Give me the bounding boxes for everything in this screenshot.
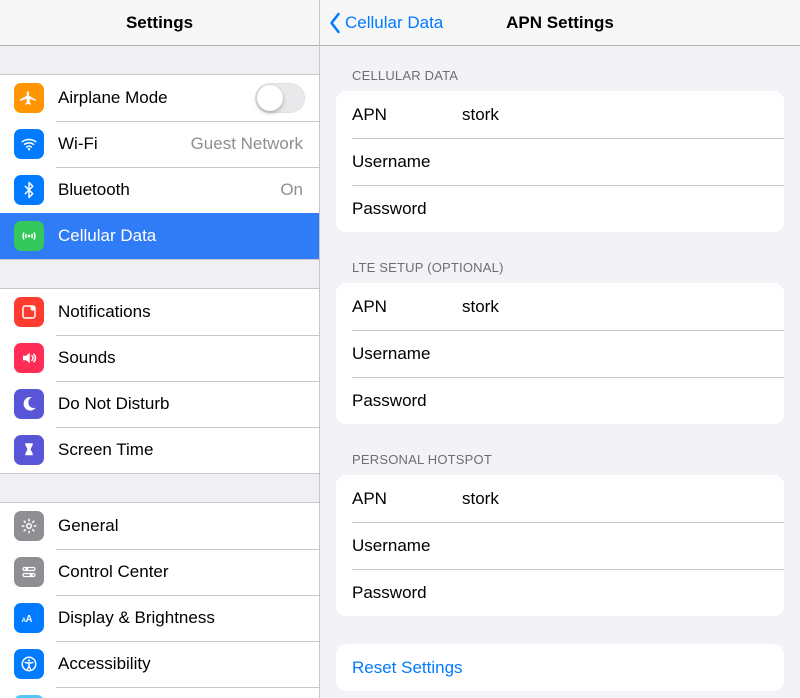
sidebar-item-wifi[interactable]: Wi-Fi Guest Network [0, 121, 319, 167]
wifi-icon [14, 129, 44, 159]
reset-group: Reset Settings [336, 644, 784, 691]
form-group: APN Username Password [336, 283, 784, 424]
form-row: APN [336, 475, 784, 522]
form-row: Password [336, 377, 784, 424]
sidebar-title: Settings [0, 0, 319, 46]
form-row: Password [336, 185, 784, 232]
password-label: Password [352, 583, 462, 603]
username-input[interactable] [462, 344, 768, 364]
sidebar-item-label: Bluetooth [58, 180, 130, 200]
settings-group: General Control Center AA Display & Brightn… [0, 502, 319, 698]
airplane-toggle[interactable] [255, 83, 305, 113]
apn-input[interactable] [462, 489, 768, 509]
sidebar-item-display[interactable]: AA Display & Brightness [0, 595, 319, 641]
sounds-icon [14, 343, 44, 373]
display-icon: AA [14, 603, 44, 633]
sidebar-item-value: On [280, 180, 303, 200]
notifications-icon [14, 297, 44, 327]
section-header: Personal Hotspot [320, 424, 800, 475]
apn-label: APN [352, 297, 462, 317]
sidebar-item-label: Wi-Fi [58, 134, 98, 154]
settings-sidebar: Settings Airplane Mode Wi-Fi Guest Network… [0, 0, 320, 698]
username-label: Username [352, 344, 462, 364]
form-group: APN Username Password [336, 475, 784, 616]
sidebar-item-label: General [58, 516, 118, 536]
username-label: Username [352, 152, 462, 172]
sidebar-item-airplane[interactable]: Airplane Mode [0, 75, 319, 121]
sidebar-item-screentime[interactable]: Screen Time [0, 427, 319, 473]
apn-label: APN [352, 489, 462, 509]
airplane-icon [14, 83, 44, 113]
form-row: Username [336, 330, 784, 377]
reset-settings-button[interactable]: Reset Settings [336, 644, 784, 691]
password-label: Password [352, 391, 462, 411]
sidebar-item-notifications[interactable]: Notifications [0, 289, 319, 335]
sidebar-item-label: Control Center [58, 562, 169, 582]
sidebar-item-label: Screen Time [58, 440, 153, 460]
sidebar-item-accessibility[interactable]: Accessibility [0, 641, 319, 687]
bluetooth-icon [14, 175, 44, 205]
sidebar-item-general[interactable]: General [0, 503, 319, 549]
sidebar-item-sounds[interactable]: Sounds [0, 335, 319, 381]
sidebar-item-label: Do Not Disturb [58, 394, 169, 414]
moon-icon [14, 389, 44, 419]
sidebar-item-label: Accessibility [58, 654, 151, 674]
detail-header: Cellular Data APN Settings [320, 0, 800, 46]
apn-input[interactable] [462, 105, 768, 125]
form-row: Password [336, 569, 784, 616]
sidebar-item-wallpaper[interactable]: Wallpaper [0, 687, 319, 698]
password-input[interactable] [462, 199, 768, 219]
sidebar-item-value: Guest Network [191, 134, 303, 154]
accessibility-icon [14, 649, 44, 679]
username-input[interactable] [462, 152, 768, 172]
form-group: APN Username Password [336, 91, 784, 232]
cellular-icon [14, 221, 44, 251]
screentime-icon [14, 435, 44, 465]
form-row: APN [336, 283, 784, 330]
sidebar-item-label: Display & Brightness [58, 608, 215, 628]
sidebar-item-label: Sounds [58, 348, 116, 368]
username-label: Username [352, 536, 462, 556]
sidebar-item-controlcenter[interactable]: Control Center [0, 549, 319, 595]
settings-group: Notifications Sounds Do Not Disturb Screen … [0, 288, 319, 474]
apn-input[interactable] [462, 297, 768, 317]
sidebar-item-label: Airplane Mode [58, 88, 168, 108]
back-label: Cellular Data [345, 13, 443, 33]
password-label: Password [352, 199, 462, 219]
password-input[interactable] [462, 391, 768, 411]
sidebar-item-label: Notifications [58, 302, 151, 322]
control-center-icon [14, 557, 44, 587]
password-input[interactable] [462, 583, 768, 603]
apn-label: APN [352, 105, 462, 125]
settings-group: Airplane Mode Wi-Fi Guest Network Bluetooth… [0, 74, 319, 260]
form-row: Username [336, 522, 784, 569]
section-header: LTE Setup (Optional) [320, 232, 800, 283]
form-row: Username [336, 138, 784, 185]
username-input[interactable] [462, 536, 768, 556]
svg-text:A: A [25, 614, 32, 625]
svg-text:A: A [22, 618, 27, 624]
sidebar-item-dnd[interactable]: Do Not Disturb [0, 381, 319, 427]
sidebar-item-cellular[interactable]: Cellular Data [0, 213, 319, 259]
sidebar-item-label: Cellular Data [58, 226, 156, 246]
sidebar-item-bluetooth[interactable]: Bluetooth On [0, 167, 319, 213]
chevron-left-icon [328, 12, 341, 34]
section-header: Cellular Data [320, 46, 800, 91]
detail-panel: Cellular Data APN Settings Cellular Data… [320, 0, 800, 698]
form-row: APN [336, 91, 784, 138]
back-button[interactable]: Cellular Data [320, 12, 443, 34]
gear-icon [14, 511, 44, 541]
